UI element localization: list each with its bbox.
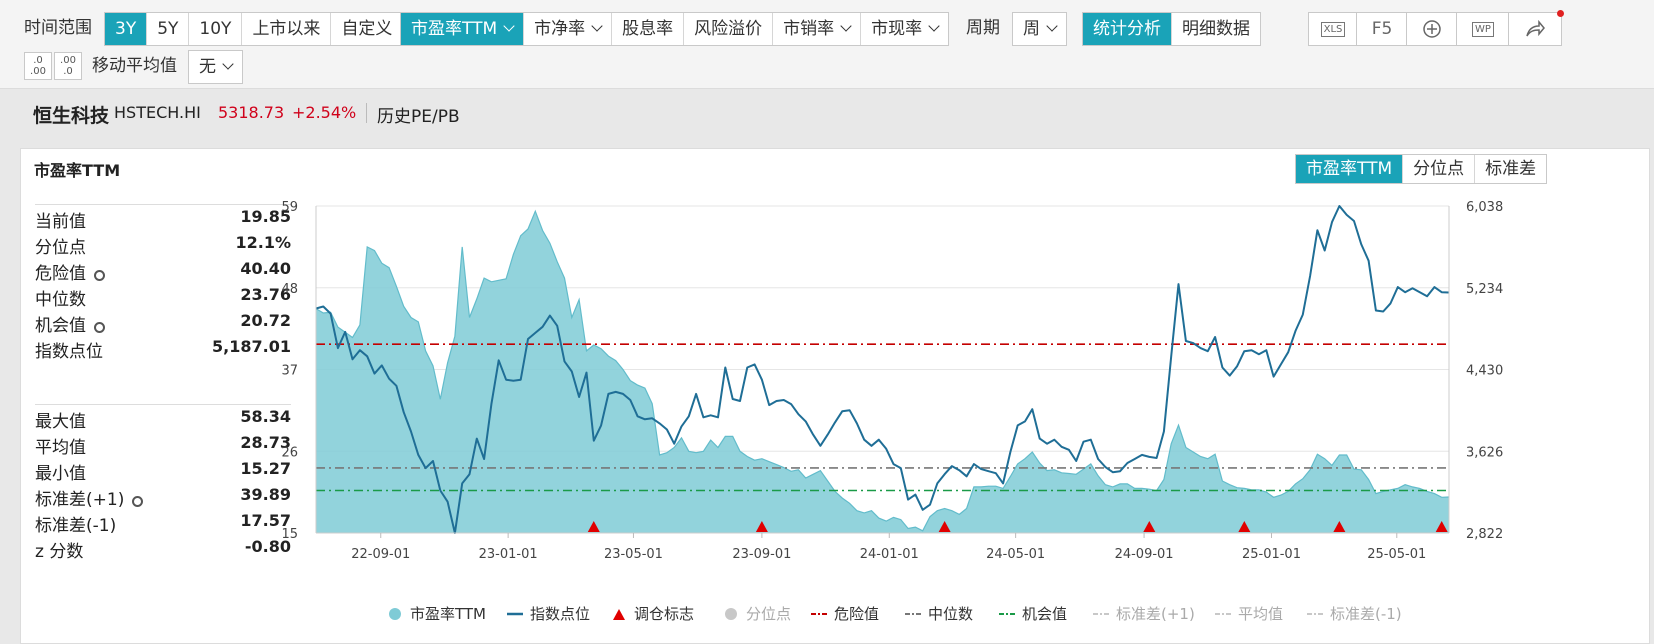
x-tick-label: 23-05-01	[604, 547, 663, 562]
legend-item[interactable]: 分位点	[722, 603, 791, 624]
legend-swatch-icon	[811, 612, 827, 615]
legend-label: 市盈率TTM	[410, 605, 487, 623]
x-tick-label: 24-05-01	[986, 547, 1045, 562]
legend-label: 调仓标志	[634, 605, 695, 623]
legend-label: 标准差(+1)	[1116, 605, 1195, 623]
legend-label: 指数点位	[530, 605, 591, 623]
y-right-tick-label: 3,626	[1466, 445, 1503, 460]
legend-swatch-icon	[999, 612, 1015, 615]
y-left-tick-label: 59	[281, 200, 298, 215]
legend-swatch-icon	[1093, 612, 1109, 615]
legend-label: 分位点	[746, 605, 792, 623]
legend-item[interactable]: 指数点位	[506, 603, 590, 624]
legend-swatch-icon	[613, 608, 625, 620]
pe-chart: 59 48 37 26 15 6,038 5,234 4,430 3,626 2,822 22-09…	[281, 200, 1503, 562]
x-tick-label: 22-09-01	[351, 547, 410, 562]
legend-swatch-icon	[507, 612, 523, 615]
legend-item[interactable]: 标准差(-1)	[1306, 603, 1402, 624]
legend-item[interactable]: 标准差(+1)	[1092, 603, 1195, 624]
legend-item[interactable]: 中位数	[904, 603, 973, 624]
legend-swatch-icon	[1307, 612, 1323, 615]
y-left-tick-label: 15	[281, 527, 298, 542]
x-tick-label: 25-01-01	[1242, 547, 1301, 562]
legend-item[interactable]: 机会值	[998, 603, 1067, 624]
legend-swatch-icon	[905, 612, 921, 615]
legend-label: 平均值	[1238, 605, 1284, 623]
y-right-tick-label: 2,822	[1466, 527, 1503, 542]
legend-label: 危险值	[834, 605, 880, 623]
legend-item[interactable]: 平均值	[1214, 603, 1283, 624]
pe-area-fill	[316, 211, 1449, 533]
x-tick-label: 24-09-01	[1115, 547, 1174, 562]
x-tick-label: 23-01-01	[479, 547, 538, 562]
pe-area-series	[315, 209, 1450, 533]
x-tick-label: 23-09-01	[732, 547, 791, 562]
legend-label: 中位数	[928, 605, 974, 623]
y-left-tick-label: 48	[281, 282, 298, 297]
y-right-tick-label: 4,430	[1466, 364, 1503, 379]
legend-item[interactable]: 危险值	[810, 603, 879, 624]
y-left-tick-label: 37	[281, 364, 298, 379]
x-tick-label: 24-01-01	[860, 547, 919, 562]
legend-swatch-icon	[725, 607, 737, 620]
legend-item[interactable]: 调仓标志	[610, 603, 694, 624]
legend-swatch-icon	[389, 607, 401, 620]
y-right-tick-label: 6,038	[1466, 200, 1503, 215]
legend-swatch-icon	[1215, 612, 1231, 615]
legend-label: 标准差(-1)	[1330, 605, 1402, 623]
x-tick-label: 25-05-01	[1367, 547, 1426, 562]
legend-item[interactable]: 市盈率TTM	[386, 603, 486, 624]
y-right-tick-label: 5,234	[1466, 282, 1503, 297]
y-left-tick-label: 26	[281, 445, 298, 460]
legend-label: 机会值	[1022, 605, 1068, 623]
